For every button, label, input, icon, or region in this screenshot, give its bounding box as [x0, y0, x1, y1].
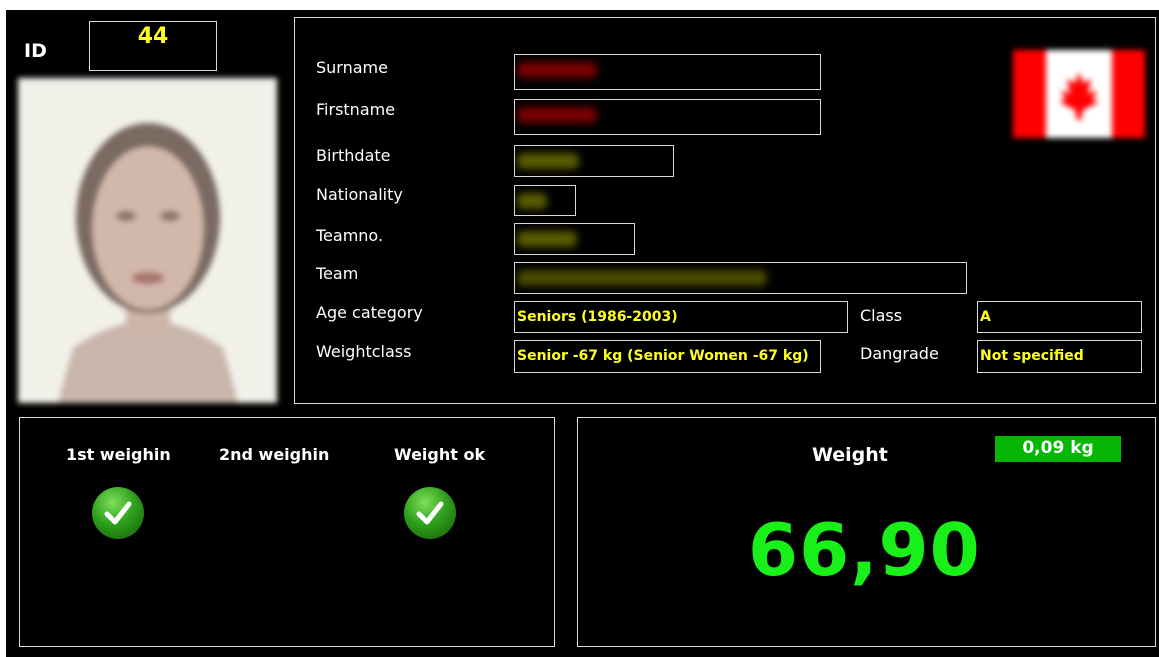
athlete-photo-image	[18, 78, 277, 403]
weight-ok-label: Weight ok	[394, 445, 486, 464]
athlete-photo	[18, 78, 277, 403]
weightclass-value: Senior -67 kg (Senior Women -67 kg)	[517, 348, 809, 364]
weight-title: Weight	[812, 444, 888, 466]
weight-difference-badge: 0,09 kg	[995, 436, 1121, 462]
first-weighin-label: 1st weighin	[66, 445, 171, 464]
birthdate-field	[514, 145, 674, 177]
nationality-label: Nationality	[316, 185, 403, 204]
teamno-field	[514, 223, 635, 255]
weight-value: 66,90	[748, 508, 981, 592]
checkmark-icon	[92, 487, 144, 539]
second-weighin-label: 2nd weighin	[219, 445, 330, 464]
redacted-team	[517, 270, 767, 286]
check-glyph	[416, 501, 444, 525]
age-category-label: Age category	[316, 303, 423, 322]
class-label: Class	[860, 306, 903, 325]
canada-flag-image	[1013, 50, 1145, 138]
dangrade-label: Dangrade	[860, 344, 939, 363]
id-value: 44	[137, 24, 169, 49]
birthdate-label: Birthdate	[316, 146, 391, 165]
canada-flag-icon	[1013, 50, 1145, 138]
age-category-value: Seniors (1986-2003)	[517, 309, 678, 325]
firstname-label: Firstname	[316, 100, 396, 119]
teamno-label: Teamno.	[316, 226, 384, 245]
firstname-field	[514, 99, 821, 135]
checkmark-icon	[404, 487, 456, 539]
weightclass-label: Weightclass	[316, 342, 412, 361]
id-label: ID	[24, 40, 47, 62]
check-glyph	[104, 501, 132, 525]
team-label: Team	[316, 264, 359, 283]
redacted-nationality	[517, 193, 547, 209]
redacted-firstname	[517, 107, 597, 123]
class-value: A	[980, 309, 991, 325]
age-category-field: Seniors (1986-2003)	[514, 301, 848, 333]
redacted-surname	[517, 62, 597, 78]
id-field: 44	[89, 21, 217, 71]
nationality-field	[514, 185, 576, 216]
surname-field	[514, 54, 821, 90]
class-field: A	[977, 301, 1142, 333]
dangrade-field: Not specified	[977, 340, 1142, 373]
weightclass-field: Senior -67 kg (Senior Women -67 kg)	[514, 340, 821, 373]
redacted-teamno	[517, 231, 577, 247]
redacted-birthdate	[517, 153, 579, 169]
team-field	[514, 262, 967, 294]
surname-label: Surname	[316, 58, 388, 77]
dangrade-value: Not specified	[980, 348, 1084, 364]
